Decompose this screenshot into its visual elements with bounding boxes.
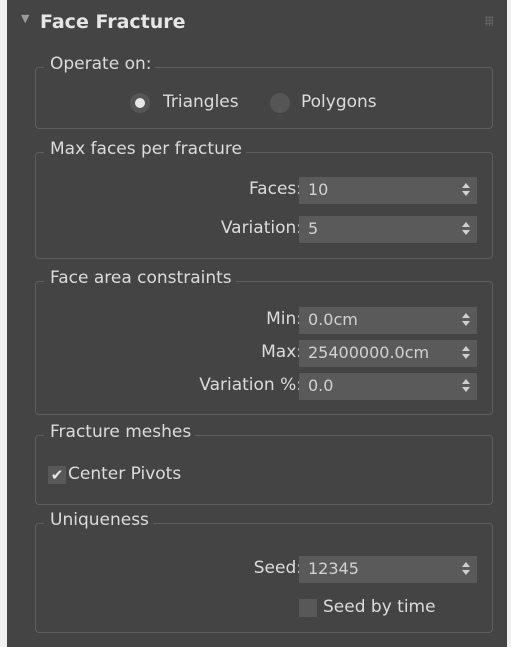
- min-label: Min:: [266, 309, 302, 329]
- variation-percent-label: Variation %:: [199, 375, 302, 395]
- center-pivots-label[interactable]: Center Pivots: [68, 464, 181, 484]
- variation-value[interactable]: 5: [308, 219, 318, 238]
- fracture-meshes-title: Fracture meshes: [44, 422, 196, 442]
- max-faces-title: Max faces per fracture: [44, 139, 246, 159]
- face-area-group: Face area constraints Min: 0.0cm Max: 25…: [35, 268, 493, 415]
- variation-label: Variation:: [220, 218, 302, 238]
- min-spinner[interactable]: 0.0cm: [299, 307, 477, 334]
- seed-label: Seed:: [253, 558, 302, 578]
- variation-percent-value[interactable]: 0.0: [308, 376, 333, 395]
- min-value[interactable]: 0.0cm: [308, 310, 358, 329]
- spinner-arrows-icon[interactable]: [462, 379, 471, 395]
- polygons-label[interactable]: Polygons: [301, 92, 377, 112]
- polygons-radio[interactable]: [270, 93, 290, 113]
- face-area-title: Face area constraints: [44, 268, 236, 288]
- variation-spinner[interactable]: 5: [299, 216, 477, 243]
- faces-value[interactable]: 10: [308, 180, 328, 199]
- collapse-arrow-icon[interactable]: ▼: [21, 12, 29, 25]
- seed-by-time-checkbox[interactable]: [299, 599, 317, 617]
- uniqueness-title: Uniqueness: [44, 510, 153, 530]
- seed-spinner[interactable]: 12345: [299, 556, 477, 583]
- max-faces-group: Max faces per fracture Faces: 10 Variati…: [35, 139, 493, 259]
- spinner-arrows-icon[interactable]: [462, 183, 471, 199]
- variation-percent-spinner[interactable]: 0.0: [299, 373, 477, 400]
- max-spinner[interactable]: 25400000.0cm: [299, 340, 477, 367]
- spinner-arrows-icon[interactable]: [462, 562, 471, 578]
- face-fracture-rollout: ▼ Face Fracture Operate on: Triangles Po…: [7, 0, 507, 647]
- max-value[interactable]: 25400000.0cm: [308, 343, 429, 362]
- uniqueness-group: Uniqueness Seed: 12345 Seed by time: [35, 510, 493, 633]
- seed-value[interactable]: 12345: [308, 559, 359, 578]
- drag-grip-icon[interactable]: [485, 16, 493, 26]
- max-label: Max:: [261, 342, 302, 362]
- spinner-arrows-icon[interactable]: [462, 222, 471, 238]
- operate-on-group: Operate on: Triangles Polygons: [35, 54, 493, 129]
- triangles-label[interactable]: Triangles: [163, 92, 253, 112]
- faces-spinner[interactable]: 10: [299, 177, 477, 204]
- center-pivots-checkbox[interactable]: ✔: [48, 466, 66, 484]
- triangles-radio[interactable]: [130, 93, 150, 113]
- faces-label: Faces:: [248, 179, 302, 199]
- rollout-header[interactable]: ▼ Face Fracture: [7, 0, 507, 50]
- fracture-meshes-group: Fracture meshes ✔ Center Pivots: [35, 422, 493, 505]
- seed-by-time-label[interactable]: Seed by time: [323, 597, 436, 617]
- rollout-title[interactable]: Face Fracture: [40, 11, 186, 33]
- spinner-arrows-icon[interactable]: [462, 313, 471, 329]
- operate-on-title: Operate on:: [44, 54, 156, 74]
- spinner-arrows-icon[interactable]: [462, 346, 471, 362]
